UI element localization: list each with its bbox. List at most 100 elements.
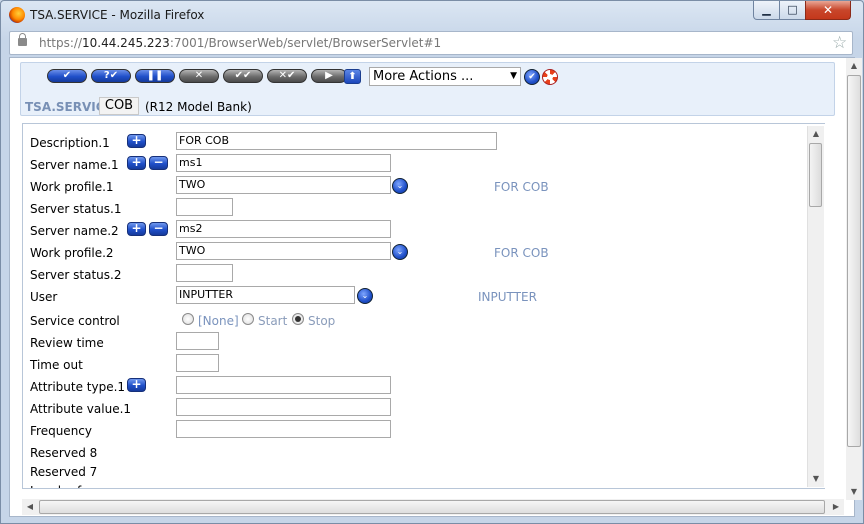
user-input[interactable]: INPUTTER: [176, 286, 355, 304]
field-label: Description.1: [30, 136, 110, 150]
url-text: https://10.44.245.223:7001/BrowserWeb/se…: [39, 36, 441, 50]
frequency-input[interactable]: [176, 420, 391, 438]
toolbar-panel: ✔ ?✔ ❚❚ ✕ ✔✔ ✕✔ ▶ ⬆ More Actions ... ▼ ✔ TSA.SE…: [20, 62, 835, 116]
field-label: Review time: [30, 336, 104, 350]
expand-plus-icon[interactable]: +: [127, 134, 146, 148]
radio--none-none[interactable]: [182, 313, 194, 325]
field-label: Server status.2: [30, 268, 122, 282]
reverse-button[interactable]: ✕✔: [267, 69, 307, 83]
field-label: Attribute type.1: [30, 380, 126, 394]
scroll-left-arrow-icon[interactable]: ◀: [22, 499, 38, 515]
delete-button[interactable]: ✕: [179, 69, 219, 83]
record-id-field: COB: [99, 97, 139, 115]
collapse-minus-icon[interactable]: −: [149, 222, 168, 236]
dropdown-chevron-icon[interactable]: ⌄: [357, 288, 373, 304]
form-row-user: User INPUTTER ⌄ INPUTTER: [23, 286, 813, 306]
horizontal-scroll-thumb[interactable]: [39, 500, 825, 514]
server-name-2-input[interactable]: ms2: [176, 220, 391, 238]
window-title: TSA.SERVICE - Mozilla Firefox: [30, 8, 205, 22]
description-1-input[interactable]: FOR COB: [176, 132, 497, 150]
star-icon[interactable]: ☆: [832, 33, 847, 53]
radio-stop-stop[interactable]: [292, 313, 304, 325]
form-row-attribute-value-1: Attribute value.1: [23, 398, 813, 418]
field-label: Server name.1: [30, 158, 119, 172]
enrichment-text: INPUTTER: [478, 290, 537, 304]
form-vertical-scrollbar[interactable]: ▲ ▼: [807, 126, 824, 487]
field-label: Time out: [30, 358, 83, 372]
server-name-1-input[interactable]: ms1: [176, 154, 391, 172]
hold-button[interactable]: ❚❚: [135, 69, 175, 83]
scroll-thumb[interactable]: [809, 143, 822, 207]
url-host: 10.44.245.223: [82, 36, 170, 50]
form-row-service-control: Service control [None] Start Stop: [23, 310, 813, 330]
enrichment-text: FOR COB: [494, 246, 549, 260]
field-label: Server status.1: [30, 202, 122, 216]
address-bar[interactable]: https://10.44.245.223:7001/BrowserWeb/se…: [9, 31, 853, 55]
field-label: Attribute value.1: [30, 402, 132, 416]
help-lifebuoy-icon[interactable]: [542, 69, 558, 85]
collapse-minus-icon[interactable]: −: [149, 156, 168, 170]
form-row-server-status-2: Server status.2: [23, 264, 813, 284]
form-row-attribute-type-1: Attribute type.1 +: [23, 376, 813, 396]
commit-button[interactable]: ✔: [47, 69, 87, 83]
enrichment-text: FOR COB: [494, 180, 549, 194]
validate-button[interactable]: ?✔: [91, 69, 131, 83]
up-arrow-button[interactable]: ⬆: [344, 69, 361, 84]
page-scroll-thumb[interactable]: [847, 75, 861, 447]
authorise-button[interactable]: ✔✔: [223, 69, 263, 83]
url-protocol: https://: [39, 36, 83, 50]
attribute-value-1-input[interactable]: [176, 398, 391, 416]
field-label: Local ref: [30, 484, 81, 488]
page-content: ✔ ?✔ ❚❚ ✕ ✔✔ ✕✔ ▶ ⬆ More Actions ... ▼ ✔ TSA.SE…: [9, 57, 862, 517]
radio-label: [None]: [198, 314, 239, 328]
page-scroll-down-icon[interactable]: ▼: [846, 484, 862, 500]
page-scroll-up-icon[interactable]: ▲: [846, 58, 862, 74]
close-button[interactable]: ✕: [805, 1, 851, 20]
scroll-down-arrow-icon[interactable]: ▼: [808, 471, 824, 487]
work-profile-1-input[interactable]: TWO: [176, 176, 391, 194]
radio-label: Start: [258, 314, 288, 328]
form-row-time-out: Time out: [23, 354, 813, 374]
browser-window: TSA.SERVICE - Mozilla Firefox ▁ □ ✕ http…: [0, 0, 864, 524]
form-row-frequency: Frequency: [23, 420, 813, 440]
minimize-button[interactable]: ▁: [753, 1, 780, 20]
expand-plus-icon[interactable]: +: [127, 378, 146, 392]
radio-start-start[interactable]: [242, 313, 254, 325]
expand-plus-icon[interactable]: +: [127, 222, 146, 236]
page-horizontal-scrollbar[interactable]: ◀ ▶: [22, 499, 844, 515]
field-label: Frequency: [30, 424, 92, 438]
dropdown-chevron-icon[interactable]: ⌄: [392, 178, 408, 194]
next-button[interactable]: ▶: [311, 69, 347, 83]
scroll-right-arrow-icon[interactable]: ▶: [828, 499, 844, 515]
time-out-input[interactable]: [176, 354, 219, 372]
form-row-work-profile-2: Work profile.2 TWO ⌄ FOR COB: [23, 242, 813, 262]
more-actions-select[interactable]: More Actions ... ▼: [369, 67, 521, 86]
record-form: Description.1 + FOR COB Server name.1 + − ms1 W…: [22, 123, 825, 489]
scroll-up-arrow-icon[interactable]: ▲: [808, 126, 824, 142]
chevron-down-icon: ▼: [510, 71, 517, 81]
go-button[interactable]: ✔: [524, 69, 540, 85]
firefox-logo-icon: [9, 7, 25, 23]
review-time-input[interactable]: [176, 332, 219, 350]
dropdown-chevron-icon[interactable]: ⌄: [392, 244, 408, 260]
field-label: Service control: [30, 314, 120, 328]
form-row-local-ref: Local ref: [23, 480, 813, 488]
form-row-reserved-8: Reserved 8: [23, 442, 813, 462]
minimize-icon: ▁: [762, 3, 771, 16]
radio-label: Stop: [308, 314, 336, 328]
work-profile-2-input[interactable]: TWO: [176, 242, 391, 260]
more-actions-value: More Actions ...: [373, 69, 474, 84]
attribute-type-1-input[interactable]: [176, 376, 391, 394]
field-label: Reserved 7: [30, 465, 98, 479]
server-status-1-input[interactable]: [176, 198, 233, 216]
form-row-reserved-7: Reserved 7: [23, 461, 813, 481]
title-bar: TSA.SERVICE - Mozilla Firefox ▁ □ ✕: [1, 1, 863, 29]
field-label: Work profile.2: [30, 246, 114, 260]
field-label: Server name.2: [30, 224, 119, 238]
page-vertical-scrollbar[interactable]: ▲ ▼: [846, 58, 862, 500]
field-label: User: [30, 290, 58, 304]
expand-plus-icon[interactable]: +: [127, 156, 146, 170]
maximize-button[interactable]: □: [779, 1, 806, 20]
form-row-review-time: Review time: [23, 332, 813, 352]
server-status-2-input[interactable]: [176, 264, 233, 282]
